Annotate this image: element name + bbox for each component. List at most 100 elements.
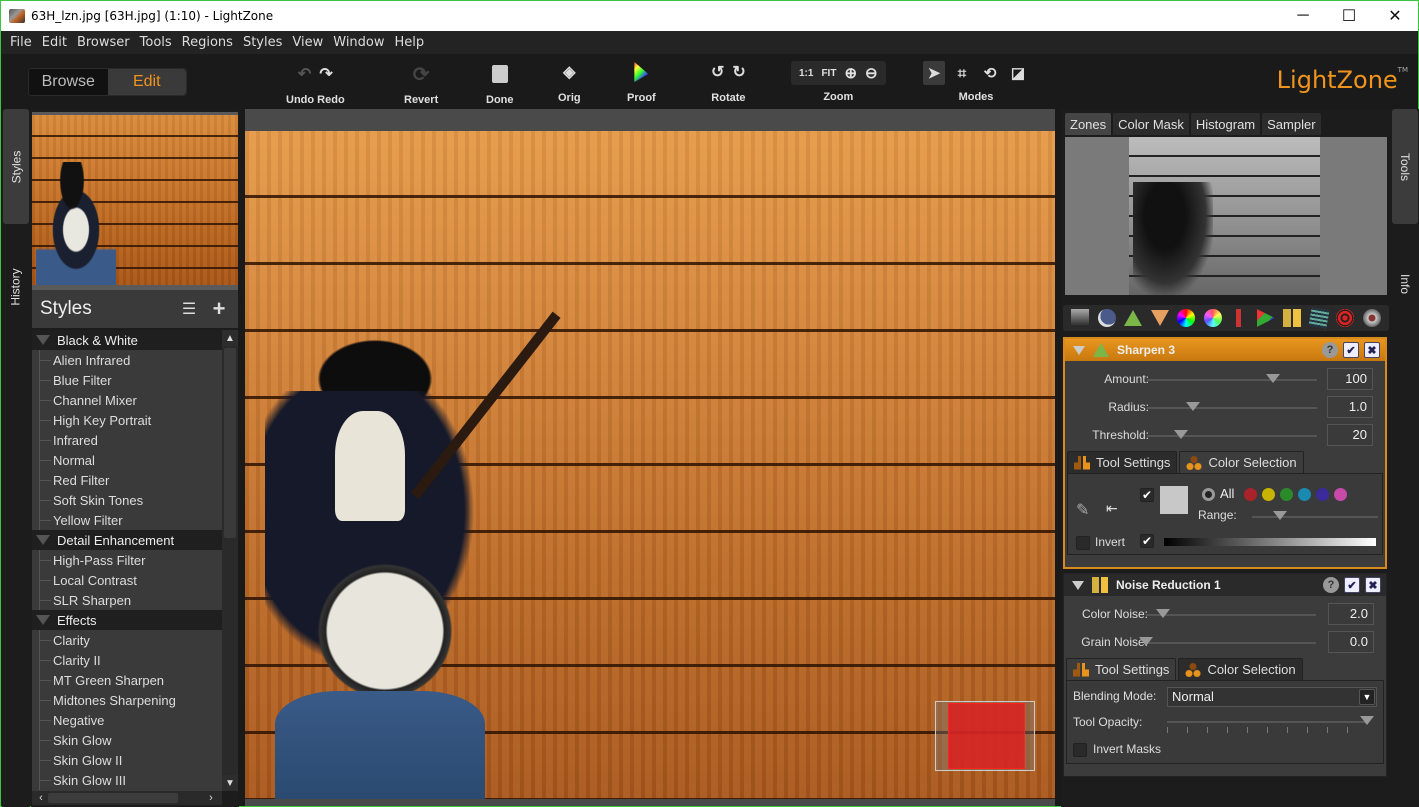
add-style-icon[interactable]: + <box>208 296 230 321</box>
undo-icon[interactable]: ↶ <box>298 64 311 84</box>
color-balance-icon[interactable] <box>1203 309 1222 327</box>
done-button[interactable]: Done <box>486 62 514 106</box>
color-enable-checkbox[interactable]: ✔ <box>1140 488 1154 502</box>
scroll-left-icon[interactable]: ‹ <box>34 791 48 805</box>
style-item[interactable]: Local Contrast <box>32 570 222 590</box>
revert-button[interactable]: ⟳ Revert <box>404 62 438 107</box>
tab-histogram[interactable]: Histogram <box>1190 113 1261 135</box>
style-item[interactable]: Skin Glow <box>32 730 222 750</box>
sharpen-tab-color-selection[interactable]: Color Selection <box>1179 451 1304 473</box>
style-item[interactable]: Clarity II <box>32 650 222 670</box>
relight-icon[interactable] <box>1097 309 1116 327</box>
tab-info[interactable]: Info <box>1392 254 1418 314</box>
maximize-button[interactable]: ☐ <box>1326 1 1372 31</box>
sharpen-icon[interactable] <box>1124 310 1143 326</box>
style-item[interactable]: Skin Glow III <box>32 770 222 790</box>
style-item[interactable]: Soft Skin Tones <box>32 490 222 510</box>
menu-window[interactable]: Window <box>328 35 389 50</box>
noise-reduction-icon[interactable] <box>1283 309 1302 327</box>
range-slider[interactable] <box>1252 511 1378 520</box>
slider-knob[interactable] <box>1185 402 1200 411</box>
slider-value-field[interactable]: 1.0 <box>1327 396 1373 418</box>
edit-mode-button[interactable]: Edit <box>107 69 186 95</box>
style-item[interactable]: High Key Portrait <box>32 410 222 430</box>
style-item[interactable]: MT Green Sharpen <box>32 670 222 690</box>
menu-view[interactable]: View <box>287 35 328 50</box>
minimize-button[interactable]: ─ <box>1280 1 1326 31</box>
enable-tool-checkbox[interactable]: ✔ <box>1343 342 1359 358</box>
expand-triangle-icon[interactable] <box>36 335 50 345</box>
navigator-overlay[interactable] <box>935 701 1035 771</box>
scroll-down-icon[interactable]: ▼ <box>222 775 238 791</box>
style-item[interactable]: Clarity <box>32 630 222 650</box>
style-category[interactable]: Black & White <box>32 330 222 350</box>
slider-track[interactable] <box>1147 402 1317 411</box>
zoom-fit-button[interactable]: FIT <box>821 68 836 79</box>
style-item[interactable]: Blue Filter <box>32 370 222 390</box>
menu-file[interactable]: File <box>5 35 37 50</box>
color-swatch-radio[interactable] <box>1334 488 1347 501</box>
expand-triangle-icon[interactable] <box>36 535 50 545</box>
tone-curve-icon[interactable] <box>1256 309 1275 327</box>
slider-track[interactable] <box>1147 430 1317 439</box>
tab-color-mask[interactable]: Color Mask <box>1113 113 1189 135</box>
style-category[interactable]: Effects <box>32 610 222 630</box>
image-canvas[interactable] <box>245 109 1055 806</box>
remove-tool-icon[interactable]: ✖ <box>1364 342 1380 358</box>
sharpen-header[interactable]: Sharpen 3 ? ✔ ✖ <box>1065 339 1385 361</box>
white-balance-icon[interactable] <box>1230 309 1249 327</box>
styles-vertical-scrollbar[interactable]: ▲ ▼ <box>222 330 238 791</box>
eyedropper-icon[interactable]: ✎ <box>1076 500 1089 520</box>
zoom-1to1-button[interactable]: 1:1 <box>799 68 813 79</box>
clone-icon[interactable] <box>1308 307 1330 329</box>
styles-horizontal-scrollbar[interactable]: ‹ › <box>32 791 222 805</box>
collapse-triangle-icon[interactable] <box>1073 345 1085 355</box>
spot-icon[interactable] <box>1336 309 1355 327</box>
tab-styles[interactable]: Styles <box>3 109 29 224</box>
slider-track[interactable] <box>1139 637 1316 646</box>
style-item[interactable]: Channel Mixer <box>32 390 222 410</box>
sharpen-tab-tool-settings[interactable]: Tool Settings <box>1067 451 1178 473</box>
slider-value-field[interactable]: 100 <box>1327 368 1373 390</box>
zone-mapper-icon[interactable] <box>1071 309 1090 327</box>
noise-tab-tool-settings[interactable]: Tool Settings <box>1066 658 1177 680</box>
luminosity-enable-checkbox[interactable]: ✔ <box>1140 534 1154 548</box>
style-item[interactable]: Normal <box>32 450 222 470</box>
color-swatch-radio[interactable] <box>1244 488 1257 501</box>
browse-mode-button[interactable]: Browse <box>29 69 108 95</box>
style-item[interactable]: Alien Infrared <box>32 350 222 370</box>
tab-tools[interactable]: Tools <box>1392 109 1418 224</box>
slider-knob[interactable] <box>1265 374 1280 383</box>
redo-icon[interactable]: ↷ <box>319 64 332 84</box>
menu-tools[interactable]: Tools <box>135 35 177 50</box>
proof-button[interactable]: Proof <box>627 60 656 104</box>
scroll-up-icon[interactable]: ▲ <box>222 330 238 346</box>
blur-icon[interactable] <box>1150 310 1169 326</box>
help-icon[interactable]: ? <box>1322 342 1338 358</box>
invert-masks-checkbox[interactable] <box>1073 743 1087 757</box>
enable-tool-checkbox[interactable]: ✔ <box>1344 577 1360 593</box>
tool-opacity-slider[interactable] <box>1167 716 1374 733</box>
close-button[interactable]: ✕ <box>1372 1 1418 31</box>
collapse-triangle-icon[interactable] <box>1072 580 1084 590</box>
scroll-thumb[interactable] <box>224 348 236 538</box>
navigator-viewport[interactable] <box>948 703 1025 769</box>
slider-track[interactable] <box>1146 609 1316 618</box>
red-eye-icon[interactable] <box>1362 309 1381 327</box>
style-item[interactable]: Negative <box>32 710 222 730</box>
blending-mode-select[interactable]: Normal ▼ <box>1167 687 1377 707</box>
tab-zones[interactable]: Zones <box>1065 113 1112 135</box>
style-item[interactable]: High-Pass Filter <box>32 550 222 570</box>
color-swatch-radio[interactable] <box>1262 488 1275 501</box>
zoom-in-icon[interactable]: ⊕ <box>844 64 857 82</box>
arrow-mode-icon[interactable]: ➤ <box>923 61 945 85</box>
style-item[interactable]: Red Filter <box>32 470 222 490</box>
noise-reduction-header[interactable]: Noise Reduction 1 ? ✔ ✖ <box>1064 574 1386 596</box>
style-item[interactable]: Yellow Filter <box>32 510 222 530</box>
noise-tab-color-selection[interactable]: Color Selection <box>1178 658 1303 680</box>
style-item[interactable]: Infrared <box>32 430 222 450</box>
crop-mode-icon[interactable]: ⌗ <box>951 61 973 85</box>
slider-track[interactable] <box>1147 374 1317 383</box>
rotate-right-icon[interactable]: ↻ <box>732 62 745 82</box>
slider-knob[interactable] <box>1174 430 1188 439</box>
